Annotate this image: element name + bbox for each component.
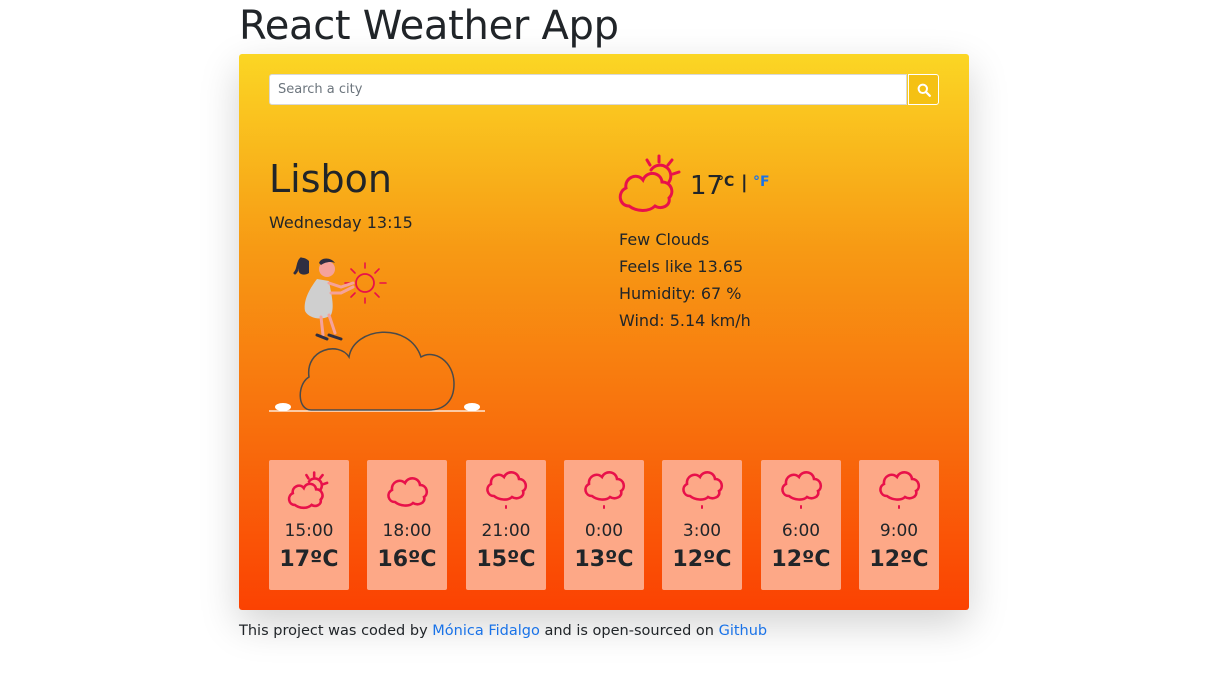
wind: Wind: 5.14 km/h bbox=[619, 311, 751, 330]
rain-cloud-icon bbox=[682, 471, 724, 509]
woman-on-cloud-illustration bbox=[269, 257, 485, 412]
forecast-time: 9:00 bbox=[879, 521, 919, 541]
github-link[interactable]: Github bbox=[719, 623, 768, 639]
forecast-list: 15:00 17ºC 18:00 16ºC 21:00 15ºC 0:00 13… bbox=[269, 460, 939, 590]
forecast-item: 0:00 13ºC bbox=[564, 460, 644, 590]
forecast-temp: 13ºC bbox=[574, 547, 634, 572]
celsius-unit: °C bbox=[717, 174, 735, 190]
forecast-temp: 12ºC bbox=[771, 547, 831, 572]
cloud-icon bbox=[387, 477, 429, 507]
sun-behind-cloud-icon bbox=[287, 471, 329, 510]
unit-separator: | bbox=[741, 172, 748, 193]
rain-cloud-icon bbox=[486, 471, 528, 509]
date-time: Wednesday 13:15 bbox=[269, 213, 413, 232]
forecast-temp: 17ºC bbox=[279, 547, 339, 572]
forecast-temp: 15ºC bbox=[476, 547, 536, 572]
weather-card: Lisbon Wednesday 13:15 bbox=[239, 54, 969, 610]
author-link[interactable]: Mónica Fidalgo bbox=[432, 623, 540, 639]
forecast-temp: 12ºC bbox=[672, 547, 732, 572]
forecast-time: 3:00 bbox=[682, 521, 722, 541]
search-form bbox=[269, 74, 939, 105]
search-input[interactable] bbox=[269, 74, 907, 105]
weather-details: Few Clouds Feels like 13.65 Humidity: 67… bbox=[619, 226, 751, 334]
rain-cloud-icon bbox=[584, 471, 626, 509]
forecast-item: 18:00 16ºC bbox=[367, 460, 447, 590]
forecast-time: 21:00 bbox=[481, 521, 531, 541]
footer-middle: and is open-sourced on bbox=[544, 623, 714, 639]
humidity: Humidity: 67 % bbox=[619, 284, 742, 303]
forecast-temp: 12ºC bbox=[869, 547, 929, 572]
footer-prefix: This project was coded by bbox=[239, 623, 428, 639]
forecast-time: 18:00 bbox=[382, 521, 432, 541]
feels-like: Feels like 13.65 bbox=[619, 257, 744, 276]
forecast-time: 15:00 bbox=[284, 521, 334, 541]
forecast-time: 0:00 bbox=[584, 521, 624, 541]
search-button[interactable] bbox=[908, 74, 939, 105]
sun-behind-cloud-icon bbox=[618, 154, 681, 212]
forecast-item: 3:00 12ºC bbox=[662, 460, 742, 590]
fahrenheit-link[interactable]: °F bbox=[753, 174, 770, 190]
forecast-item: 15:00 17ºC bbox=[269, 460, 349, 590]
forecast-temp: 16ºC bbox=[377, 547, 437, 572]
rain-cloud-icon bbox=[781, 471, 823, 509]
forecast-item: 21:00 15ºC bbox=[466, 460, 546, 590]
page-title: React Weather App bbox=[239, 3, 619, 49]
forecast-time: 6:00 bbox=[781, 521, 821, 541]
weather-description: Few Clouds bbox=[619, 230, 710, 249]
rain-cloud-icon bbox=[879, 471, 921, 509]
search-icon bbox=[917, 83, 931, 97]
forecast-item: 6:00 12ºC bbox=[761, 460, 841, 590]
footer: This project was coded by Mónica Fidalgo… bbox=[239, 621, 767, 641]
forecast-item: 9:00 12ºC bbox=[859, 460, 939, 590]
city-name: Lisbon bbox=[269, 157, 392, 201]
